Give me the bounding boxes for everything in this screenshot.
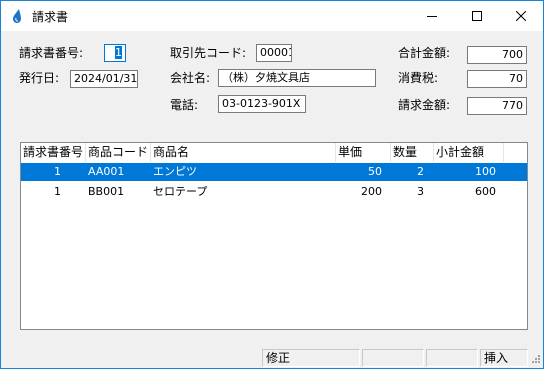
column-header-product-name[interactable]: 商品名 — [151, 143, 336, 162]
maximize-icon — [471, 11, 482, 21]
droplet-icon — [13, 9, 21, 23]
maximize-button[interactable] — [454, 1, 499, 31]
row-unit-price: 50 — [368, 165, 382, 178]
row-quantity: 2 — [417, 165, 424, 178]
billed-amount-label: 請求金額: — [398, 98, 451, 112]
column-header-subtotal[interactable]: 小計金額 — [434, 143, 504, 162]
row-quantity: 3 — [417, 185, 424, 198]
status-insert: 挿入 — [480, 349, 528, 367]
row-product-name: エンピツ — [153, 165, 197, 178]
row-product-name: セロテープ — [153, 185, 208, 198]
row-unit-price: 200 — [361, 185, 382, 198]
invoice-no-field[interactable]: 1 — [104, 44, 126, 62]
tax-field[interactable]: 70 — [467, 70, 527, 88]
company-field[interactable]: （株）夕焼文具店 — [218, 69, 376, 87]
total-label: 合計金額: — [398, 46, 451, 60]
total-field[interactable]: 700 — [467, 46, 527, 64]
status-panel-3 — [426, 349, 478, 367]
row-subtotal: 100 — [475, 165, 496, 178]
billed-amount-field[interactable]: 770 — [467, 97, 527, 115]
status-panel-2 — [362, 349, 424, 367]
company-label: 会社名: — [170, 71, 211, 85]
title-bar[interactable]: 請求書 — [1, 1, 543, 31]
phone-field[interactable]: 03-0123-901X — [218, 95, 306, 113]
minimize-button[interactable] — [409, 1, 454, 31]
invoice-no-value: 1 — [115, 46, 122, 59]
column-header-quantity[interactable]: 数量 — [391, 143, 434, 162]
phone-label: 電話: — [170, 98, 199, 112]
table-row[interactable]: 1 BB001 セロテープ 200 3 600 — [21, 183, 527, 201]
table-row[interactable]: 1 AA001 エンピツ 50 2 100 — [21, 163, 527, 181]
minimize-icon — [426, 16, 437, 17]
status-mode: 修正 — [262, 349, 360, 367]
client-code-field[interactable]: 00001 — [256, 44, 292, 62]
close-icon — [515, 11, 526, 21]
tax-label: 消費税: — [398, 71, 439, 85]
invoice-no-label: 請求書番号: — [19, 46, 84, 60]
row-product-code: AA001 — [88, 165, 125, 178]
row-subtotal: 600 — [475, 185, 496, 198]
row-product-code: BB001 — [88, 185, 125, 198]
invoice-window: 請求書 請求書番号: 1 発行日: 2024/01/31 取引先コード: 000… — [0, 0, 544, 369]
status-bar: 修正 挿入 — [1, 346, 543, 368]
column-header-unit-price[interactable]: 単価 — [336, 143, 391, 162]
column-header-invoice-no[interactable]: 請求書番号 — [21, 143, 86, 162]
client-code-label: 取引先コード: — [170, 46, 247, 60]
window-title: 請求書 — [32, 10, 69, 24]
invoice-lines-list[interactable]: 請求書番号 商品コード 商品名 単価 数量 小計金額 1 AA001 エンピツ … — [20, 142, 528, 330]
row-invoice-no: 1 — [54, 185, 61, 198]
close-button[interactable] — [498, 1, 543, 31]
issue-date-field[interactable]: 2024/01/31 — [70, 70, 138, 88]
resize-grip-icon[interactable] — [529, 354, 541, 366]
list-header: 請求書番号 商品コード 商品名 単価 数量 小計金額 — [21, 143, 527, 162]
issue-date-label: 発行日: — [19, 71, 60, 85]
column-header-product-code[interactable]: 商品コード — [86, 143, 151, 162]
row-invoice-no: 1 — [54, 165, 61, 178]
